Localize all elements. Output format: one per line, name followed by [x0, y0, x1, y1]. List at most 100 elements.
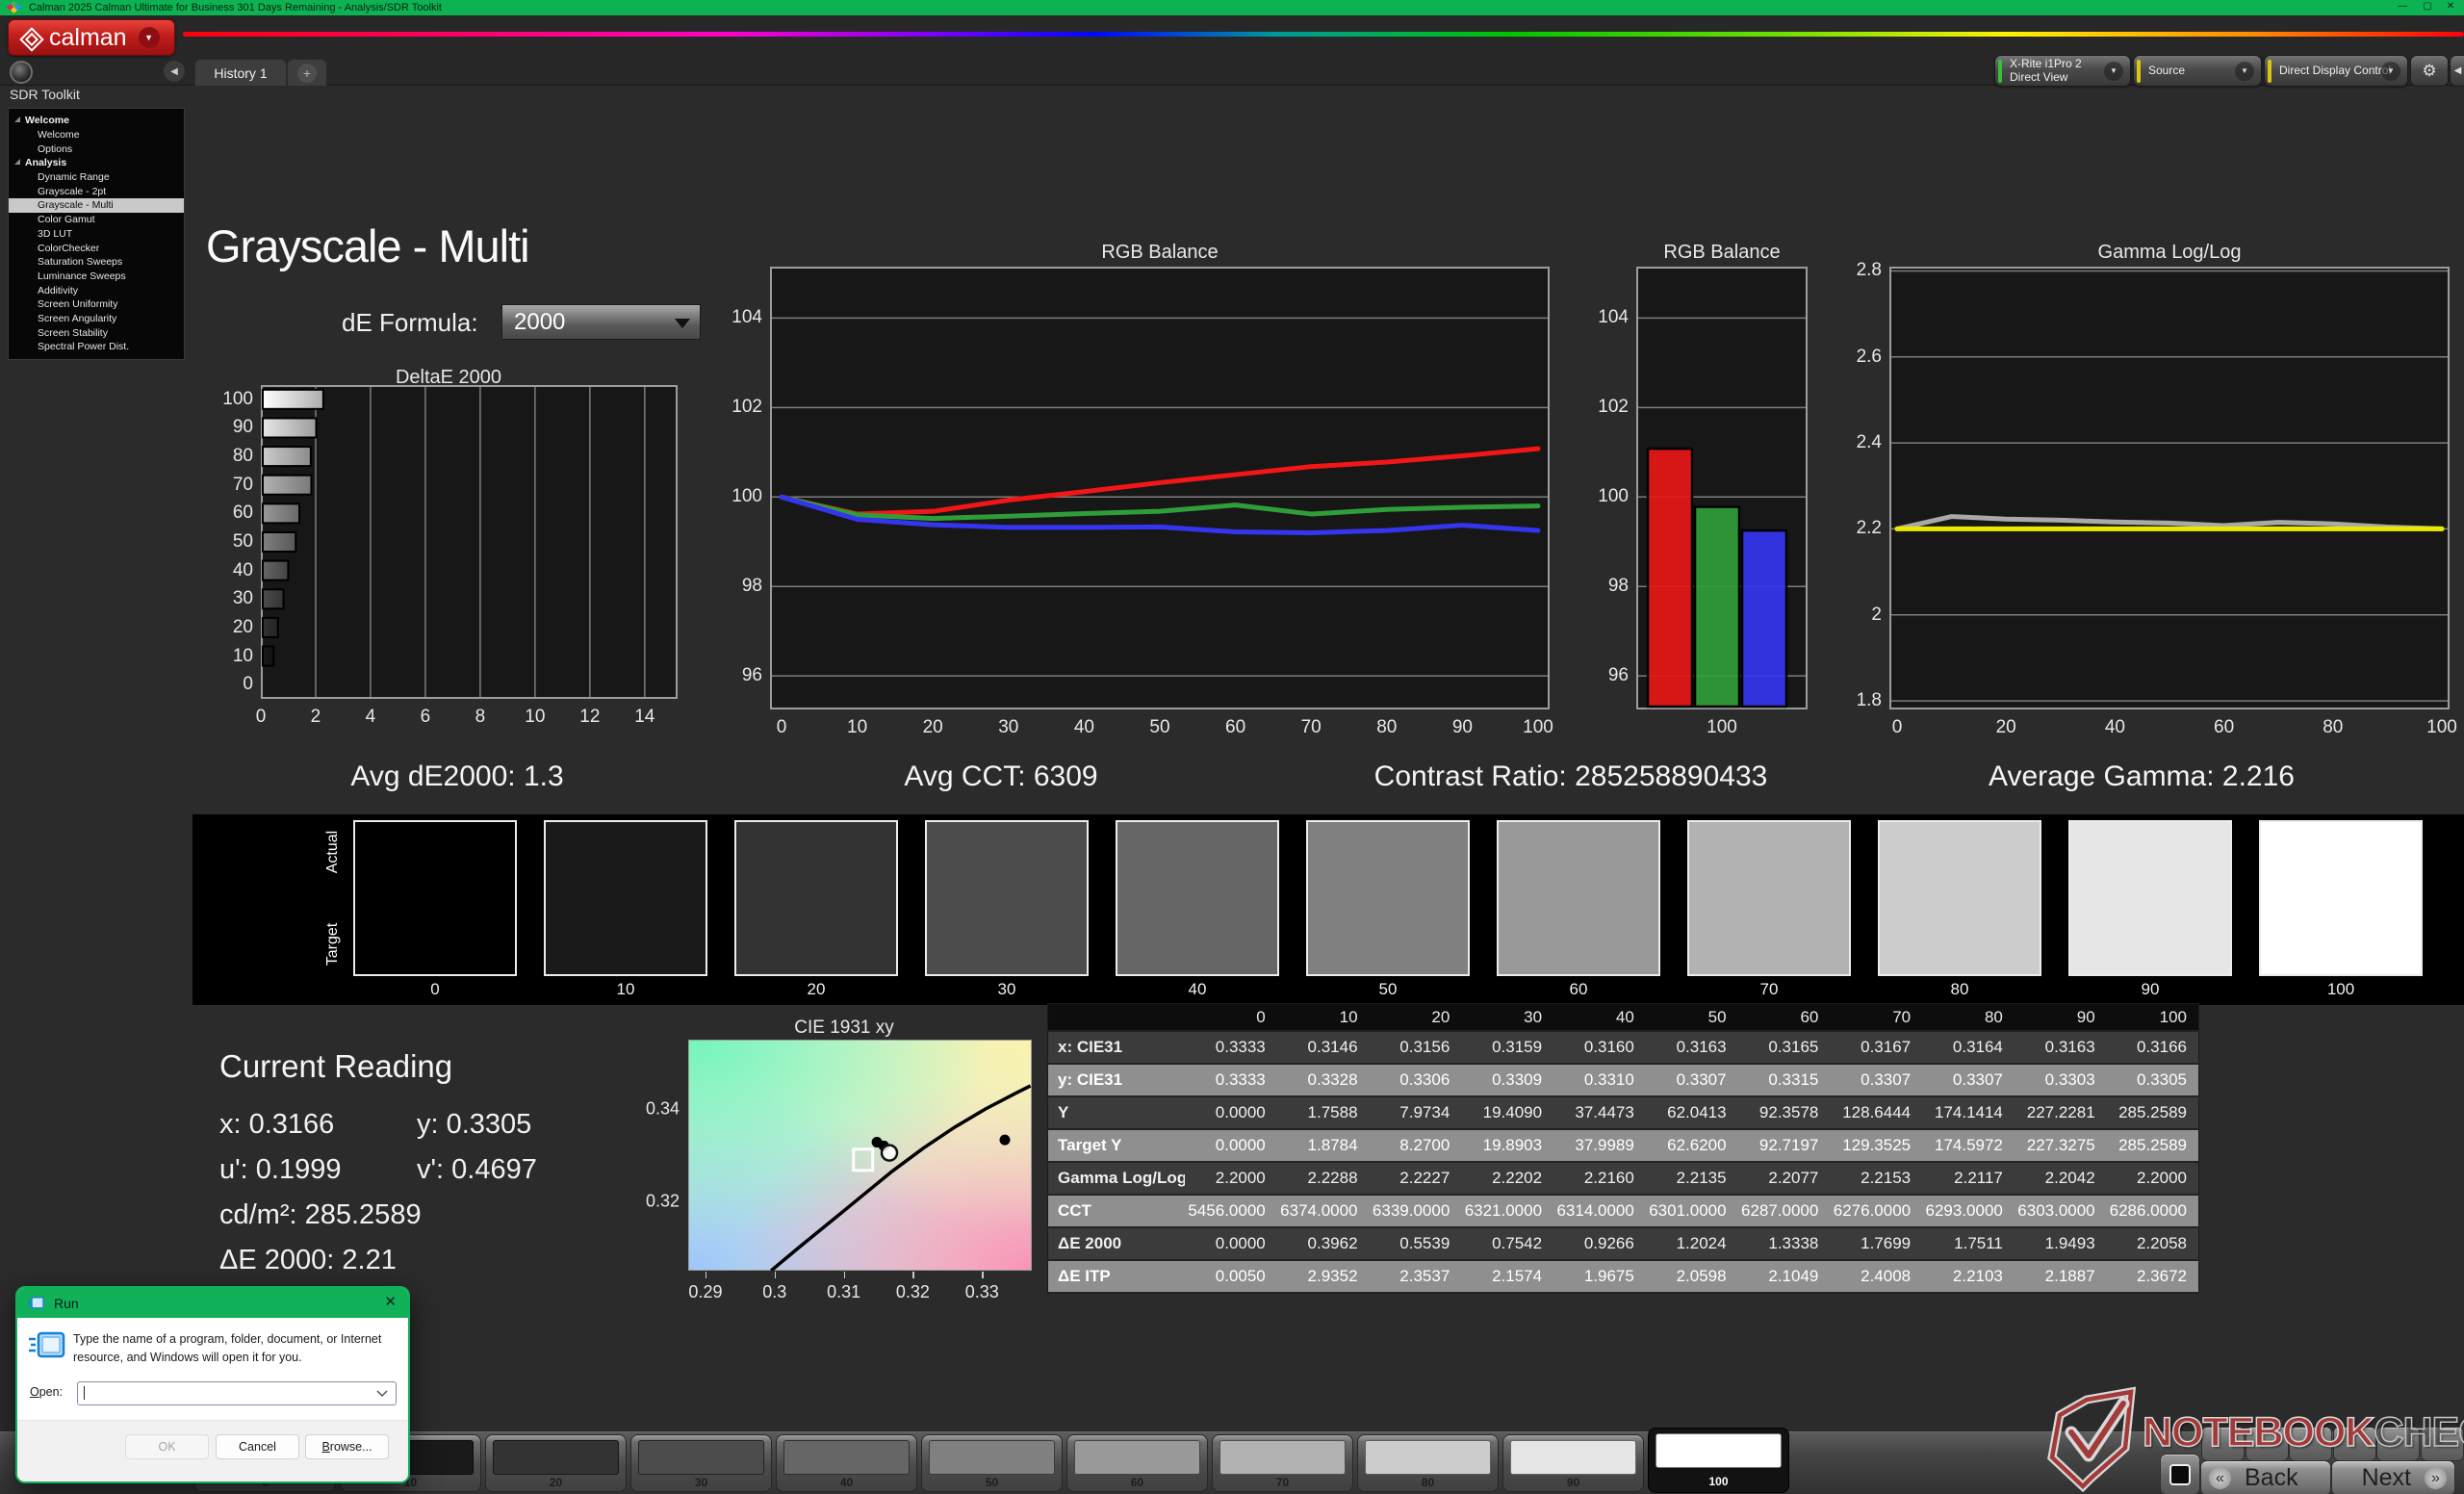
table-row-label: CCT	[1048, 1195, 1186, 1227]
table-column-header: 50	[1646, 1004, 1738, 1032]
sidebar-item-dynamic-range[interactable]: Dynamic Range	[9, 170, 184, 185]
meter-dropdown[interactable]: X-Rite i1Pro 2Direct View ▼	[1994, 55, 2131, 87]
gamma-chart-xtick: 0	[1892, 717, 1903, 738]
pattern-button-70[interactable]: 70	[1213, 1435, 1352, 1491]
back-arrow-icon: «	[2209, 1467, 2231, 1489]
grayscale-patch-label: 30	[998, 980, 1016, 999]
open-combobox[interactable]	[77, 1381, 397, 1405]
deltae-ytick: 10	[233, 646, 253, 667]
sidebar-item-welcome[interactable]: Welcome	[9, 128, 184, 142]
toolbar-button[interactable]	[2333, 1427, 2376, 1461]
sidebar-item-screen-stability[interactable]: Screen Stability	[9, 325, 184, 340]
table-row: ΔE ITP0.00502.93522.35372.15741.96752.05…	[1048, 1260, 2199, 1293]
grayscale-patch-60	[1497, 820, 1660, 976]
table-row: Gamma Log/Log2.20002.22882.22272.22022.2…	[1048, 1162, 2199, 1195]
sidebar-group-welcome[interactable]: Welcome	[9, 114, 184, 128]
table-cell: 19.8903	[1461, 1129, 1553, 1162]
sidebar-item-screen-angularity[interactable]: Screen Angularity	[9, 312, 184, 326]
sidebar-group-label: Analysis	[25, 157, 66, 168]
sidebar-item-options[interactable]: Options	[9, 142, 184, 156]
table-cell: 2.2202	[1461, 1162, 1553, 1195]
sidebar-item-luminance-sweeps[interactable]: Luminance Sweeps	[9, 270, 184, 284]
de-formula-select[interactable]: 2000	[501, 304, 701, 340]
sidebar-item-grayscale-2pt[interactable]: Grayscale - 2pt	[9, 184, 184, 198]
sidebar-item-spectral-power-dist[interactable]: Spectral Power Dist.	[9, 340, 184, 354]
close-icon[interactable]: ✕	[2439, 1, 2462, 12]
target-axis-label: Target	[324, 923, 342, 966]
pattern-button-50[interactable]: 50	[922, 1435, 1062, 1491]
cie-xtick-mark	[706, 1272, 707, 1278]
sidebar-item-3d-lut[interactable]: 3D LUT	[9, 227, 184, 242]
grayscale-patch-90	[2068, 820, 2232, 976]
table-cell: 0.3167	[1830, 1031, 1922, 1064]
table-cell: 7.9734	[1370, 1096, 1462, 1129]
table-cell: 2.1574	[1461, 1260, 1553, 1293]
ok-button[interactable]: OK	[125, 1434, 209, 1459]
pattern-button-60[interactable]: 60	[1067, 1435, 1207, 1491]
calman-menu-button[interactable]: calman ▼	[8, 19, 175, 56]
settings-button[interactable]: ⚙	[2410, 55, 2449, 87]
sidebar-item-colorchecker[interactable]: ColorChecker	[9, 241, 184, 255]
toolbar-button[interactable]	[2201, 1427, 2245, 1461]
pattern-button-30[interactable]: 30	[631, 1435, 771, 1491]
table-cell: 0.3310	[1553, 1064, 1646, 1096]
browse-button[interactable]: Browse...	[305, 1434, 389, 1459]
run-dialog-titlebar[interactable]: Run ✕	[17, 1288, 408, 1318]
toolbar-button[interactable]	[2421, 1427, 2464, 1461]
sidebar-item-grayscale-multi[interactable]: Grayscale - Multi	[9, 198, 184, 213]
pattern-button-20[interactable]: 20	[486, 1435, 626, 1491]
table-cell: 0.3305	[2107, 1064, 2199, 1096]
chevron-down-icon	[376, 1390, 388, 1398]
toolbar-button[interactable]	[2376, 1427, 2420, 1461]
sidebar-group-label: Welcome	[25, 115, 69, 126]
maximize-icon[interactable]: ▢	[2416, 1, 2439, 12]
sidebar-menu-button[interactable]	[10, 61, 33, 84]
tab-history-1[interactable]: History 1	[194, 59, 287, 86]
stop-button[interactable]	[2160, 1454, 2200, 1494]
table-column-header: 10	[1277, 1004, 1370, 1032]
sidebar-collapse-button[interactable]: ◀	[164, 61, 185, 82]
cancel-button[interactable]: Cancel	[216, 1434, 299, 1459]
table-cell: 2.3537	[1370, 1260, 1462, 1293]
sidebar-group-analysis[interactable]: Analysis	[9, 156, 184, 170]
grayscale-patch-label: 10	[617, 980, 635, 999]
grayscale-patch-30	[925, 820, 1089, 976]
pattern-button-label: 60	[1067, 1476, 1207, 1489]
close-icon[interactable]: ✕	[384, 1293, 397, 1310]
collapse-panel-button[interactable]: ◀	[2450, 55, 2464, 87]
rgb-bar-ytick: 100	[1598, 486, 1629, 507]
back-button[interactable]: « Back	[2200, 1460, 2331, 1494]
cie-xtick-mark	[912, 1272, 914, 1278]
chevron-down-icon: ▼	[139, 27, 160, 48]
table-cell: 0.0000	[1185, 1096, 1277, 1129]
sidebar-item-screen-uniformity[interactable]: Screen Uniformity	[9, 297, 184, 312]
table-cell: 2.2227	[1370, 1162, 1462, 1195]
pattern-button-40[interactable]: 40	[777, 1435, 916, 1491]
sidebar-item-color-gamut[interactable]: Color Gamut	[9, 213, 184, 227]
pattern-button-90[interactable]: 90	[1503, 1435, 1643, 1491]
table-cell: 1.7511	[1922, 1227, 2015, 1260]
table-cell: 5456.0000	[1185, 1195, 1277, 1227]
meter-status-bar	[1998, 60, 2002, 83]
pattern-button-label: 20	[486, 1476, 626, 1489]
de-formula-value: 2000	[514, 309, 565, 336]
minimize-icon[interactable]: —	[2391, 1, 2414, 12]
pattern-button-80[interactable]: 80	[1358, 1435, 1498, 1491]
table-row-label: Gamma Log/Log	[1048, 1162, 1186, 1195]
toolbar-button[interactable]	[2289, 1427, 2332, 1461]
pattern-button-100[interactable]: 100	[1649, 1429, 1788, 1492]
table-cell: 0.3146	[1277, 1031, 1370, 1064]
gamma-chart-ytick: 1.8	[1857, 690, 1882, 711]
table-row: x: CIE310.33330.31460.31560.31590.31600.…	[1048, 1031, 2199, 1064]
display-control-dropdown[interactable]: Direct Display Control ▼	[2264, 55, 2408, 87]
gamma-chart-ytick: 2	[1871, 605, 1882, 626]
add-tab-button[interactable]: +	[287, 59, 327, 86]
sidebar-item-additivity[interactable]: Additivity	[9, 283, 184, 297]
toolbar-button[interactable]	[2246, 1427, 2289, 1461]
source-dropdown[interactable]: Source ▼	[2133, 55, 2262, 87]
table-cell: 0.3307	[1830, 1064, 1922, 1096]
rgb-balance-line-chart-xtick: 80	[1376, 717, 1397, 738]
sidebar-item-saturation-sweeps[interactable]: Saturation Sweeps	[9, 255, 184, 270]
table-cell: 0.7542	[1461, 1227, 1553, 1260]
next-button[interactable]: Next »	[2331, 1460, 2455, 1494]
